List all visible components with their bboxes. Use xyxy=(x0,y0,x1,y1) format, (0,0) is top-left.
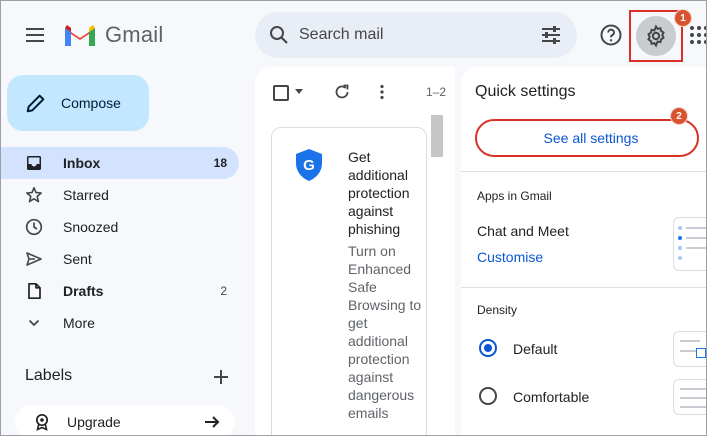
google-apps-icon[interactable] xyxy=(689,25,707,45)
help-icon[interactable] xyxy=(599,23,623,47)
select-all-checkbox[interactable] xyxy=(273,85,289,101)
search-icon[interactable] xyxy=(267,23,291,47)
divider xyxy=(461,287,706,288)
sidebar-item-more[interactable]: More xyxy=(1,307,239,339)
chevron-down-icon xyxy=(28,319,40,327)
gmail-logo-text: Gmail xyxy=(105,22,164,47)
search-options-icon[interactable] xyxy=(539,23,563,47)
pagination-range: 1–2 xyxy=(426,85,447,99)
main-menu-icon[interactable] xyxy=(23,25,47,45)
density-comfortable-label: Comfortable xyxy=(513,389,590,405)
density-comfortable-preview[interactable] xyxy=(673,379,706,415)
scrollbar-thumb[interactable] xyxy=(431,115,443,157)
density-default-radio[interactable] xyxy=(479,339,497,357)
promo-body: Turn on Enhanced Safe Browsing to get ad… xyxy=(348,243,422,421)
upgrade-button[interactable]: Upgrade xyxy=(15,405,235,435)
star-icon xyxy=(26,187,42,203)
density-section-title: Density xyxy=(477,303,518,317)
density-comfortable-radio[interactable] xyxy=(479,387,497,405)
sidebar-item-label: Inbox xyxy=(63,155,101,171)
search-bar[interactable] xyxy=(255,12,577,58)
inbox-icon xyxy=(27,156,41,170)
gmail-m-icon xyxy=(65,25,95,46)
chat-meet-label: Chat and Meet xyxy=(477,223,569,239)
sidebar-item-starred[interactable]: Starred xyxy=(1,179,239,211)
step-badge-2: 2 xyxy=(670,107,688,125)
see-all-settings-label: See all settings xyxy=(543,130,639,146)
sidebar-item-snoozed[interactable]: Snoozed xyxy=(1,211,239,243)
badge-icon xyxy=(35,413,49,431)
see-all-settings-button[interactable]: See all settings xyxy=(475,119,699,157)
gear-icon xyxy=(647,24,665,48)
mail-list-panel: 1–2 G Get additional protection against … xyxy=(255,67,455,435)
arrow-right-icon xyxy=(205,416,220,428)
clock-icon xyxy=(25,218,43,236)
gmail-logo[interactable]: Gmail xyxy=(63,21,163,49)
labels-heading: Labels xyxy=(25,367,73,384)
sidebar-item-label: Drafts xyxy=(63,283,104,299)
upgrade-label: Upgrade xyxy=(67,414,121,430)
sidebar-item-label: Snoozed xyxy=(63,219,119,235)
send-icon xyxy=(26,252,42,266)
compose-button[interactable]: Compose xyxy=(7,75,149,131)
more-vert-icon[interactable] xyxy=(373,83,391,101)
search-input[interactable] xyxy=(299,26,519,44)
density-default-label: Default xyxy=(513,341,558,357)
draft-icon xyxy=(28,282,41,300)
draft-count: 2 xyxy=(220,284,227,298)
quick-settings-panel: Quick settings See all settings Apps in … xyxy=(461,67,706,435)
settings-button[interactable] xyxy=(636,16,676,56)
promo-title: Get additional protection against phishi… xyxy=(348,149,410,237)
svg-text:G: G xyxy=(303,157,315,174)
sidebar-item-label: Sent xyxy=(63,251,92,267)
divider xyxy=(461,171,706,172)
chat-meet-preview-thumbnail[interactable] xyxy=(673,217,706,271)
density-default-preview[interactable] xyxy=(673,331,706,367)
gmail-window: Gmail 1 xyxy=(0,0,707,436)
apps-section-title: Apps in Gmail xyxy=(477,189,552,203)
sidebar-item-sent[interactable]: Sent xyxy=(1,243,239,275)
safe-browsing-promo-card[interactable]: G Get additional protection against phis… xyxy=(271,127,427,435)
select-options-caret[interactable] xyxy=(295,89,303,94)
sidebar-item-inbox[interactable]: Inbox 18 xyxy=(1,147,239,179)
sidebar-item-label: Starred xyxy=(63,187,109,203)
refresh-icon[interactable] xyxy=(333,83,351,101)
customise-link[interactable]: Customise xyxy=(477,249,543,265)
google-shield-icon: G xyxy=(296,149,322,181)
sidebar-item-drafts[interactable]: Drafts 2 xyxy=(1,275,239,307)
unread-count: 18 xyxy=(213,156,227,170)
compose-label: Compose xyxy=(61,95,121,111)
sidebar-item-label: More xyxy=(63,315,95,331)
quick-settings-title: Quick settings xyxy=(475,83,576,100)
pencil-icon xyxy=(26,94,45,113)
add-label-icon[interactable] xyxy=(211,367,231,387)
